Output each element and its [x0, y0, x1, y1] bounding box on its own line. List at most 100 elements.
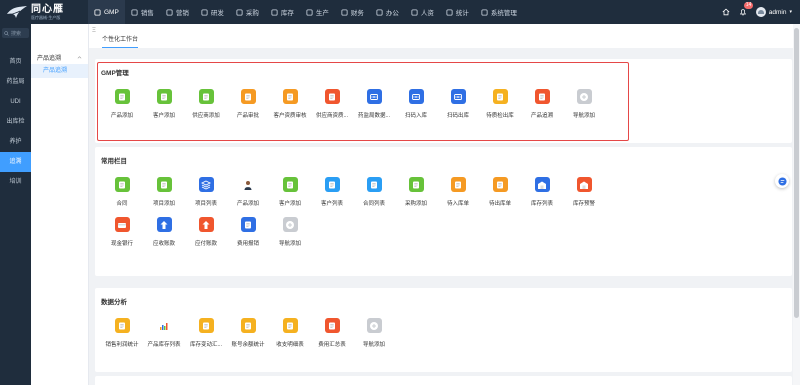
sidebar-search-placeholder: 搜索 — [11, 30, 22, 37]
app-shortcut[interactable]: 项目添加 — [143, 177, 185, 207]
section-gmp: GMP管理 产品添加 客户添加 供应商添加 产品审批 客户资质审核 供应商资质... 药监局… — [95, 59, 792, 143]
sidebar-item[interactable]: 培训 — [0, 172, 31, 192]
collapse-menu-icon[interactable]: Ξ — [92, 28, 96, 34]
tab-workbench[interactable]: 个性化工作台 — [102, 34, 139, 48]
inventory-icon — [271, 8, 278, 16]
app-shortcut[interactable]: 现金银行 — [101, 217, 143, 247]
app-shortcut[interactable]: 费用汇总表 — [311, 318, 353, 348]
user-menu[interactable]: admin ▾ — [755, 7, 792, 17]
add-project-icon — [156, 177, 172, 192]
app-shortcut-label: 应付账款 — [194, 241, 217, 247]
app-shortcut[interactable]: 待质检出库 — [479, 89, 521, 119]
sidebar-item[interactable]: 首页 — [0, 52, 31, 72]
app-shortcut[interactable]: 产品追溯 — [521, 89, 563, 119]
app-shortcut[interactable]: 扫码出库 — [437, 89, 479, 119]
app-shortcut[interactable]: 产品库存列表 — [143, 318, 185, 348]
sub-sidebar-item[interactable]: 产品追溯 — [31, 64, 88, 78]
notification-bell-icon[interactable]: 14 — [739, 2, 754, 16]
top-nav-item[interactable]: 生产 — [300, 0, 335, 24]
app-shortcut-label: 应收账款 — [152, 241, 175, 247]
top-nav-item[interactable]: 财务 — [335, 0, 370, 24]
add-product-icon — [114, 89, 130, 104]
top-nav-item[interactable]: 研发 — [195, 0, 230, 24]
finance-icon — [341, 8, 348, 16]
top-nav-item[interactable]: 系统管理 — [475, 0, 523, 24]
top-nav-item[interactable]: GMP — [88, 0, 125, 24]
app-shortcut[interactable]: 库存变动汇... — [185, 318, 227, 348]
notification-badge: 14 — [743, 2, 754, 9]
app-shortcut[interactable]: 销售利润统计 — [101, 318, 143, 348]
top-nav-label: 办公 — [385, 10, 399, 17]
pending-qc-icon — [492, 89, 508, 104]
top-bar: 同心雁 医疗器械·生产版 GMP 销售 营销 研发 采购 库存 生产 财务 办公 人资 统计 系统管理… — [0, 0, 800, 24]
app-shortcut[interactable]: 项目列表 — [185, 177, 227, 207]
app-shortcut-label: 合同列表 — [362, 201, 385, 207]
app-shortcut-label: 供应商添加 — [192, 113, 220, 119]
sidebar-item[interactable]: 追溯 — [0, 152, 31, 172]
app-shortcut[interactable]: 采购添加 — [395, 177, 437, 207]
app-shortcut[interactable]: 客户添加 — [269, 177, 311, 207]
sidebar-item[interactable]: UDI — [0, 92, 31, 112]
app-shortcut[interactable]: 产品审批 — [227, 89, 269, 119]
app-shortcut-label: 客户添加 — [278, 201, 301, 207]
app-shortcut[interactable]: 合同列表 — [353, 177, 395, 207]
stats-icon — [446, 8, 453, 16]
section-title: 常用栏目 — [101, 158, 127, 165]
top-nav-item[interactable]: 人资 — [405, 0, 440, 24]
app-shortcut[interactable]: 供应商添加 — [185, 89, 227, 119]
app-shortcut[interactable]: 库存列表 — [521, 177, 563, 207]
app-shortcut[interactable]: 导航添加 — [269, 217, 311, 247]
top-nav-item[interactable]: 销售 — [125, 0, 160, 24]
chat-float-button[interactable] — [775, 174, 789, 188]
app-shortcut-label: 库存变动汇... — [189, 342, 223, 348]
expense-icon — [240, 217, 256, 232]
app-shortcut[interactable]: 应收账款 — [143, 217, 185, 247]
app-shortcut[interactable]: 费用报销 — [227, 217, 269, 247]
app-shortcut[interactable]: 账号余额统计 — [227, 318, 269, 348]
app-shortcut[interactable]: 待入库单 — [437, 177, 479, 207]
app-shortcut[interactable]: 导航添加 — [353, 318, 395, 348]
app-shortcut[interactable]: 合同 — [101, 177, 143, 207]
app-shortcut[interactable]: 待出库单 — [479, 177, 521, 207]
top-nav-item[interactable]: 统计 — [440, 0, 475, 24]
top-nav-item[interactable]: 库存 — [265, 0, 300, 24]
sidebar-list: 首页 药监局 UDI 出库检 养护 追溯 培训 — [0, 52, 31, 192]
top-nav-label: 研发 — [210, 10, 224, 17]
app-shortcut[interactable]: 药监局数据... — [353, 89, 395, 119]
app-shortcut-label: 费用汇总表 — [318, 342, 346, 348]
app-shortcut[interactable]: 客户添加 — [143, 89, 185, 119]
app-shortcut[interactable]: 产品添加 — [101, 89, 143, 119]
system-icon — [481, 8, 488, 16]
plus-icon — [366, 318, 382, 333]
app-shortcut[interactable]: 供应商资质... — [311, 89, 353, 119]
app-shortcut[interactable]: 应付账款 — [185, 217, 227, 247]
sidebar-item[interactable]: 药监局 — [0, 72, 31, 92]
app-shortcut-label: 产品添加 — [110, 113, 133, 119]
app-shortcut[interactable]: 导航添加 — [563, 89, 605, 119]
app-shortcut-label: 项目添加 — [152, 201, 175, 207]
app-shortcut[interactable]: 客户资质审核 — [269, 89, 311, 119]
top-nav-item[interactable]: 采购 — [230, 0, 265, 24]
app-shortcut[interactable]: 扫码入库 — [395, 89, 437, 119]
product-approval-icon — [240, 89, 256, 104]
balance-icon — [240, 318, 256, 333]
sidebar-search[interactable]: 搜索 — [2, 28, 29, 38]
app-shortcut[interactable]: 库存预警 — [563, 177, 605, 207]
app-shortcut-label: 客户列表 — [320, 201, 343, 207]
profit-stats-icon — [114, 318, 130, 333]
top-nav-item[interactable]: 办公 — [370, 0, 405, 24]
home-icon[interactable] — [722, 8, 730, 16]
avatar — [755, 7, 766, 17]
scrollbar[interactable] — [793, 24, 800, 385]
app-shortcut[interactable]: 客户列表 — [311, 177, 353, 207]
sidebar-item[interactable]: 出库检 — [0, 112, 31, 132]
app-shortcut[interactable]: 收支明细表 — [269, 318, 311, 348]
sub-sidebar-group[interactable]: 产品追溯 — [31, 50, 88, 64]
app-shortcut[interactable]: 产品添加 — [227, 177, 269, 207]
app-logo[interactable]: 同心雁 医疗器械·生产版 — [0, 0, 88, 24]
top-nav-item[interactable]: 营销 — [160, 0, 195, 24]
sidebar-item[interactable]: 养护 — [0, 132, 31, 152]
scrollbar-thumb[interactable] — [794, 28, 799, 318]
scan-out-icon — [450, 89, 466, 104]
customer-audit-icon — [282, 89, 298, 104]
